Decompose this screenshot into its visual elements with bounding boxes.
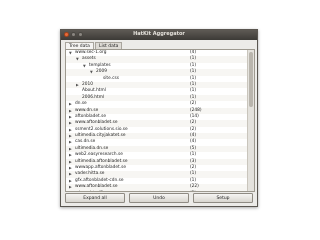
setup-button[interactable]: Setup <box>193 193 253 203</box>
expand-all-button[interactable]: Expand all <box>65 193 125 203</box>
app-window: HatKit Aggregator Tree data List data ▼ w… <box>60 29 258 207</box>
tab-strip: Tree data List data <box>65 42 123 49</box>
tree-panel: ▼ www.sec-1.org (4) ▼ assets (1) ▼ templates (1)… <box>65 49 255 192</box>
scrollbar-thumb[interactable] <box>249 52 253 107</box>
window-title: HatKit Aggregator <box>133 31 185 37</box>
vertical-scrollbar[interactable] <box>247 50 254 191</box>
tab-list-data[interactable]: List data <box>94 42 123 49</box>
undo-button[interactable]: Undo <box>129 193 189 203</box>
tree-view[interactable]: ▼ www.sec-1.org (4) ▼ assets (1) ▼ templates (1)… <box>66 50 247 191</box>
button-bar: Expand all Undo Setup <box>65 193 253 203</box>
tab-tree-data[interactable]: Tree data <box>65 42 94 49</box>
title-bar: HatKit Aggregator <box>61 30 257 40</box>
